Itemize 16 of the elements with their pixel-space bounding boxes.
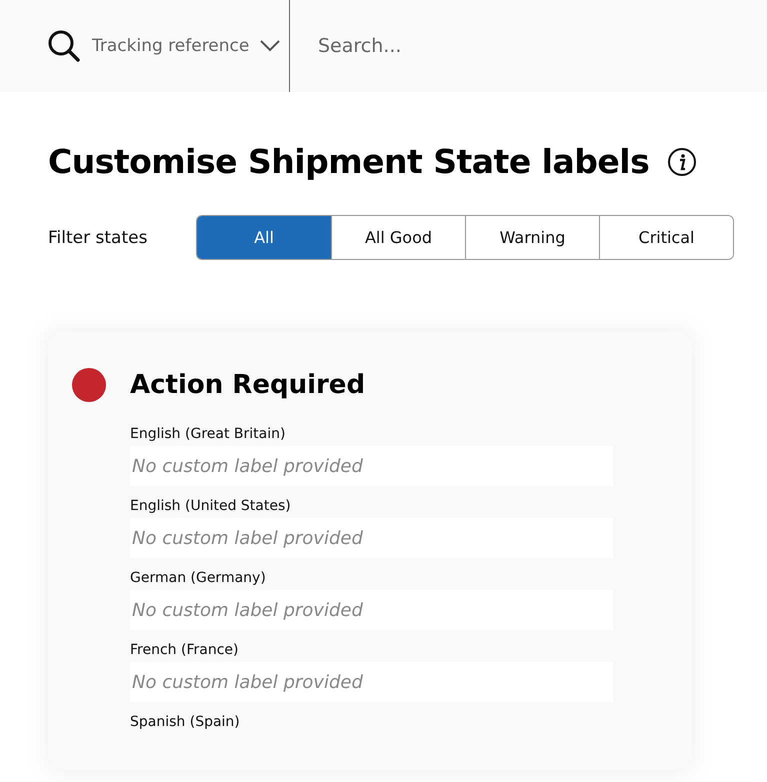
filter-tab[interactable]: Critical (599, 216, 733, 259)
language-label: German (Germany) (130, 570, 267, 586)
language-label: English (United States) (130, 498, 292, 514)
label-field[interactable]: No custom label provided (130, 446, 613, 486)
search-field[interactable]: Search... (290, 0, 767, 92)
filter-tab[interactable]: All (197, 216, 331, 259)
search-type-dropdown[interactable]: Tracking reference (92, 36, 250, 56)
language-label: English (Great Britain) (130, 426, 286, 442)
state-title: Action Required (130, 370, 366, 400)
page-title: Customise Shipment State labels (48, 142, 650, 181)
filter-label: Filter states (48, 228, 148, 248)
label-field[interactable]: No custom label provided (130, 518, 613, 558)
language-label: Spanish (Spain) (130, 714, 241, 730)
label-field[interactable]: No custom label provided (130, 662, 613, 702)
language-label: French (France) (130, 642, 240, 658)
label-field[interactable]: No custom label provided (130, 590, 613, 630)
